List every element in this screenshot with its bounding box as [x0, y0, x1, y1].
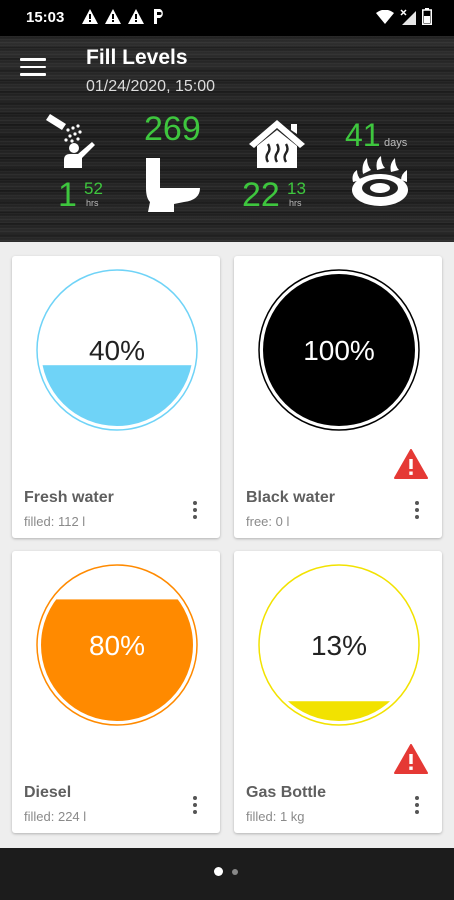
hamburger-line: [20, 73, 46, 76]
tank-name: Fresh water: [24, 489, 114, 506]
warning-notification-icon: [128, 9, 144, 24]
status-bar: 15:03: [0, 0, 454, 36]
page-title: Fill Levels: [86, 46, 188, 69]
app-header: Fill Levels 01/24/2020, 15:00 1 52 hrs 2…: [0, 36, 454, 242]
gauge-fill: [41, 365, 193, 426]
page-indicator[interactable]: [232, 869, 238, 875]
gauge-percent: 13%: [311, 630, 367, 661]
shower-unit: hrs: [86, 198, 99, 208]
parking-icon: [154, 9, 163, 24]
notification-icons: [82, 9, 167, 24]
stove-value: 41: [345, 117, 381, 153]
more-options-icon[interactable]: [192, 796, 198, 816]
tank-name: Diesel: [24, 784, 72, 801]
shower-icon: [46, 114, 95, 168]
tank-card-black-water[interactable]: 100% Black water free: 0 l: [234, 256, 442, 538]
warning-notification-icon: [82, 9, 98, 24]
warning-notification-icon: [105, 9, 121, 24]
toilet-value: 269: [144, 110, 201, 148]
toilet-icon: [146, 158, 200, 212]
system-icons: [376, 8, 432, 25]
tank-detail: filled: 112 l: [24, 514, 86, 529]
shower-value: 1: [58, 176, 77, 214]
tank-card-fresh-water[interactable]: 40% Fresh water filled: 112 l: [12, 256, 220, 538]
gauge-percent: 100%: [303, 335, 375, 366]
alert-icon: [394, 744, 428, 774]
shower-sub-value: 52: [84, 179, 103, 198]
more-options-icon[interactable]: [192, 501, 198, 521]
heating-house-icon: [249, 120, 305, 168]
fill-gauge: 13%: [258, 564, 420, 726]
tank-name: Gas Bottle: [246, 784, 327, 801]
page-indicator-active[interactable]: [214, 867, 223, 876]
heating-unit: hrs: [289, 198, 302, 208]
more-options-icon[interactable]: [414, 796, 420, 816]
tank-card-gas-bottle[interactable]: 13% Gas Bottle filled: 1 kg: [234, 551, 442, 833]
stove-unit: days: [384, 137, 408, 149]
gauge-percent: 80%: [89, 630, 145, 661]
hamburger-line: [20, 58, 46, 61]
pager-bar: [0, 848, 454, 900]
alert-icon: [394, 449, 428, 479]
fill-gauge: 100%: [258, 269, 420, 431]
menu-button[interactable]: [20, 58, 46, 78]
tank-detail: filled: 224 l: [24, 809, 87, 824]
gas-stove-icon: [352, 156, 408, 206]
more-options-icon[interactable]: [414, 501, 420, 521]
gauge-percent: 40%: [89, 335, 145, 366]
wifi-icon: [376, 9, 394, 24]
hamburger-line: [20, 65, 46, 68]
tank-detail: filled: 1 kg: [246, 809, 305, 824]
battery-icon: [422, 8, 432, 25]
fill-gauge: 40%: [36, 269, 198, 431]
no-signal-icon: [400, 8, 416, 25]
tank-card-diesel[interactable]: 80% Diesel filled: 224 l: [12, 551, 220, 833]
page-datetime: 01/24/2020, 15:00: [86, 78, 216, 95]
heating-value: 22: [242, 176, 280, 214]
tank-detail: free: 0 l: [246, 514, 290, 529]
tank-name: Black water: [246, 489, 335, 506]
status-time: 15:03: [26, 9, 65, 26]
fill-gauge: 80%: [36, 564, 198, 726]
heating-sub-value: 13: [287, 179, 306, 198]
